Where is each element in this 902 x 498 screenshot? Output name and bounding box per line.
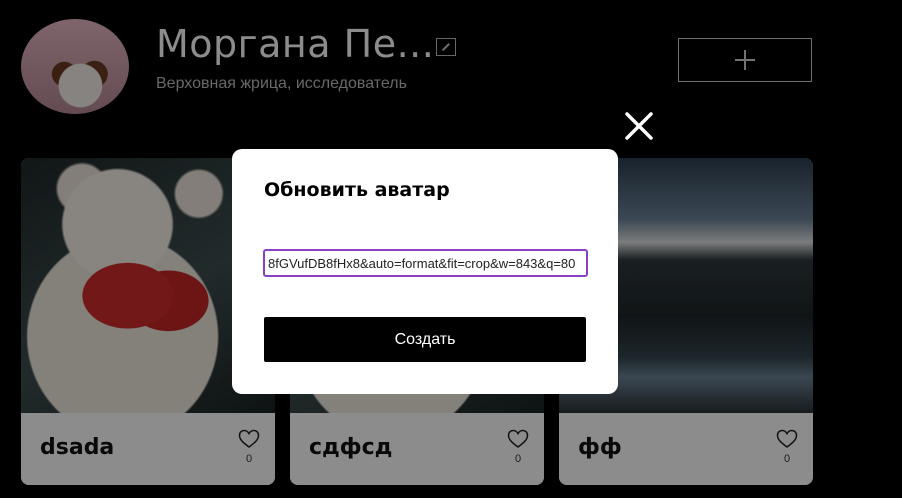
close-modal-button[interactable] <box>623 110 655 142</box>
update-avatar-modal: Обновить аватар Создать <box>232 149 618 394</box>
close-icon <box>625 112 653 140</box>
avatar-url-input[interactable] <box>263 249 588 277</box>
profile-page: Моргана Пе... Верховная жрица, исследова… <box>0 0 902 498</box>
create-button[interactable]: Создать <box>264 317 586 362</box>
modal-title: Обновить аватар <box>264 179 450 201</box>
